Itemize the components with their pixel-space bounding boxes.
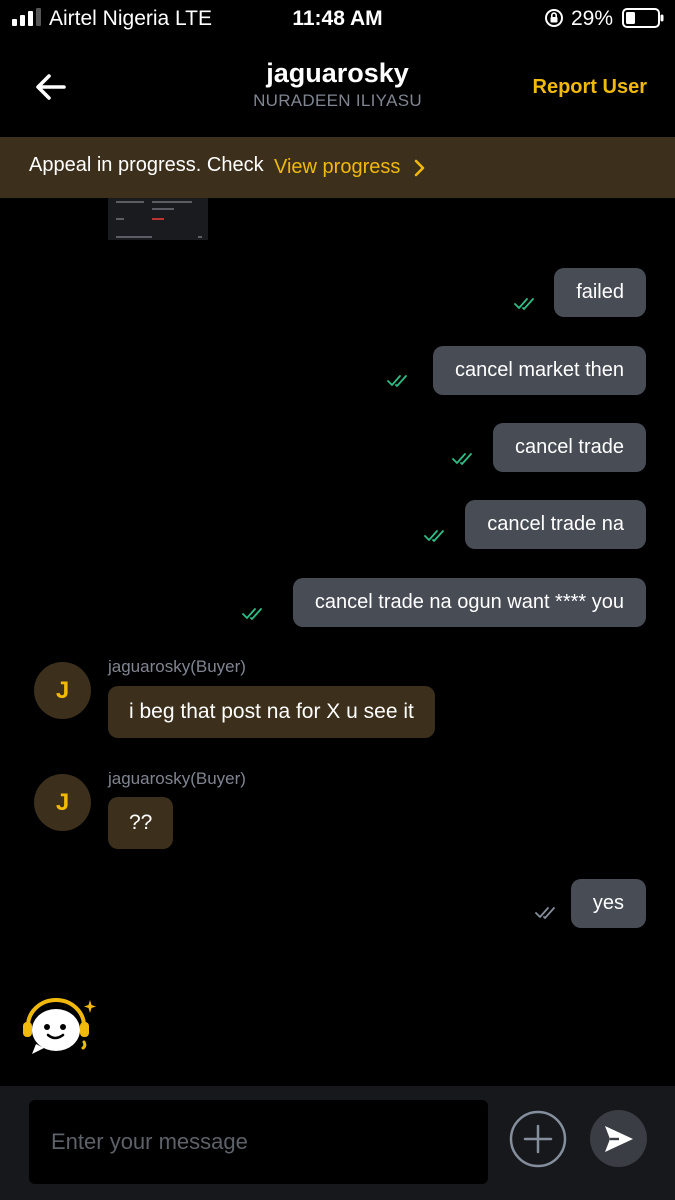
send-icon <box>605 1126 633 1152</box>
support-bot-icon[interactable] <box>20 996 96 1056</box>
message-bubble-out[interactable]: failed <box>554 268 646 317</box>
double-check-read-icon <box>242 608 262 620</box>
avatar[interactable]: J <box>34 774 91 831</box>
message-bubble-in[interactable]: ?? <box>108 797 174 849</box>
report-user-button[interactable]: Report User <box>533 76 647 99</box>
avatar[interactable]: J <box>34 662 91 719</box>
rotation-lock-icon <box>545 9 563 27</box>
double-check-read-icon <box>387 375 407 387</box>
message-bubble-out[interactable]: yes <box>570 879 646 928</box>
chat-header: jaguarosky NURADEEN ILIYASU Report User <box>0 40 675 136</box>
add-attachment-icon[interactable] <box>509 1110 567 1168</box>
message-bubble-out[interactable]: cancel trade na <box>465 500 646 549</box>
message-bubble-in[interactable]: i beg that post na for X u see it <box>108 686 435 738</box>
double-check-sent-icon <box>535 907 555 919</box>
image-attachment-thumbnail[interactable] <box>108 198 208 240</box>
back-arrow-icon[interactable] <box>32 68 70 106</box>
double-check-read-icon <box>424 530 444 542</box>
sender-name: jaguarosky(Buyer) <box>108 657 246 676</box>
double-check-read-icon <box>452 453 472 465</box>
double-check-read-icon <box>514 298 534 310</box>
message-bubble-out[interactable]: cancel trade na ogun want **** you <box>292 578 646 627</box>
message-bubble-out[interactable]: cancel market then <box>433 346 646 395</box>
view-progress-link[interactable]: View progress <box>274 156 400 179</box>
status-bar: Airtel Nigeria LTE 11:48 AM 29% <box>0 0 675 40</box>
appeal-banner: Appeal in progress. Check View progress <box>0 137 675 198</box>
message-bubble-out[interactable]: cancel trade <box>493 423 646 472</box>
battery-percent: 29% <box>571 7 614 30</box>
send-button[interactable] <box>590 1110 647 1167</box>
composer-bar <box>0 1086 675 1200</box>
battery-icon <box>622 8 664 28</box>
sender-name: jaguarosky(Buyer) <box>108 769 246 788</box>
message-input[interactable] <box>29 1100 488 1184</box>
appeal-banner-text: Appeal in progress. Check <box>29 154 264 176</box>
chevron-right-icon[interactable] <box>413 159 427 177</box>
